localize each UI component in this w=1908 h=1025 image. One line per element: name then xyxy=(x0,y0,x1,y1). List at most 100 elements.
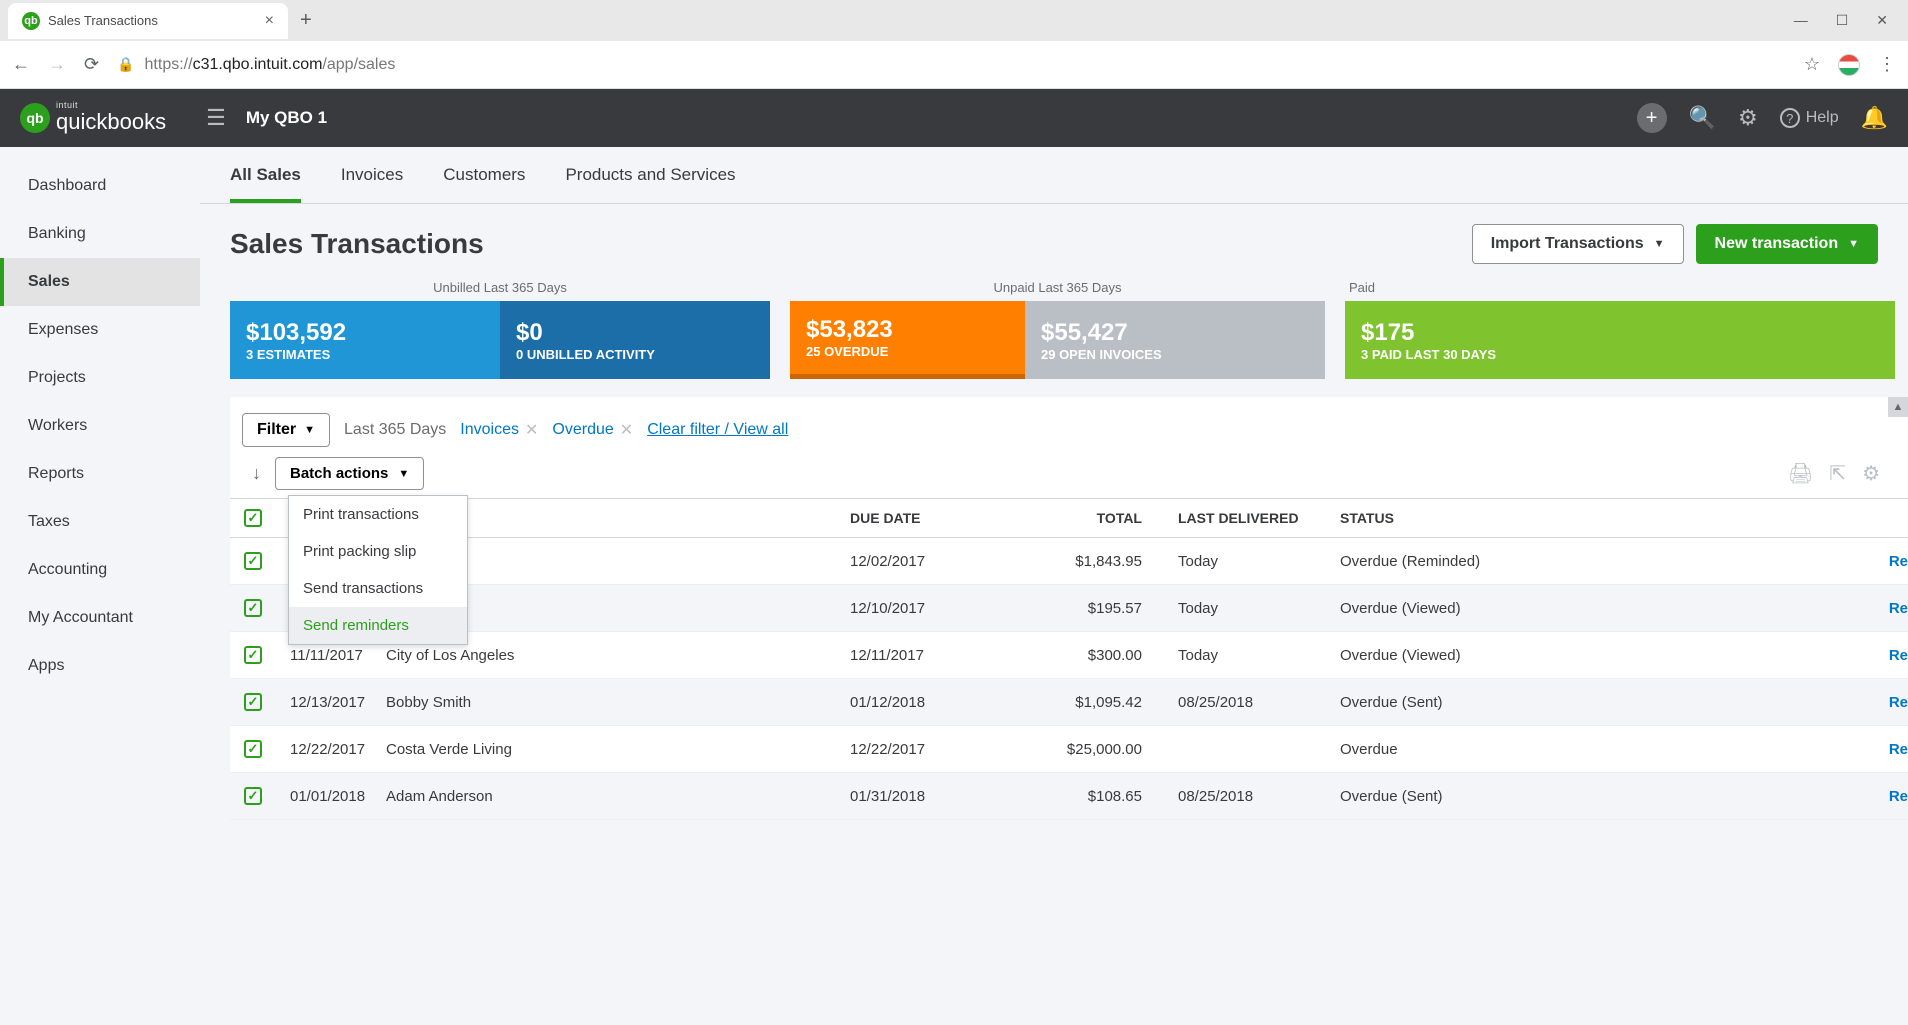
url-domain: c31.qbo.intuit.com xyxy=(193,56,323,73)
caret-down-icon: ▼ xyxy=(398,468,409,480)
extension-icon[interactable] xyxy=(1838,54,1860,76)
row-checkbox[interactable]: ✓ xyxy=(244,787,262,805)
row-checkbox[interactable]: ✓ xyxy=(244,646,262,664)
print-icon[interactable]: 🖨 xyxy=(1788,461,1813,486)
col-due-date[interactable]: DUE DATE xyxy=(836,499,1026,538)
table-row[interactable]: ✓01/01/2018Adam Anderson01/31/2018$108.6… xyxy=(230,773,1908,820)
filter-chip-overdue[interactable]: Overdue✕ xyxy=(552,420,633,440)
sidebar-item-dashboard[interactable]: Dashboard xyxy=(0,162,200,210)
bookmark-star-icon[interactable]: ☆ xyxy=(1804,54,1820,75)
row-action-link[interactable]: Re xyxy=(1889,694,1908,711)
sidebar-item-my-accountant[interactable]: My Accountant xyxy=(0,594,200,642)
browser-tab-bar: qb Sales Transactions × + — ☐ ✕ xyxy=(0,0,1908,41)
remove-chip-icon[interactable]: ✕ xyxy=(525,420,538,440)
row-action-link[interactable]: Re xyxy=(1889,647,1908,664)
sidebar-item-workers[interactable]: Workers xyxy=(0,402,200,450)
table-settings-gear-icon[interactable]: ⚙ xyxy=(1862,461,1880,486)
scroll-up-icon[interactable]: ▲ xyxy=(1888,397,1908,417)
logo-mark-icon: qb xyxy=(20,103,50,133)
cell-date: 12/22/2017 xyxy=(276,726,386,773)
sidebar-item-accounting[interactable]: Accounting xyxy=(0,546,200,594)
gear-icon[interactable]: ⚙ xyxy=(1738,105,1758,131)
table-row[interactable]: ✓12/22/2017Costa Verde Living12/22/2017$… xyxy=(230,726,1908,773)
row-checkbox[interactable]: ✓ xyxy=(244,599,262,617)
forward-icon[interactable]: → xyxy=(48,54,66,75)
summary-label-unbilled: Unbilled Last 365 Days xyxy=(230,280,770,295)
tab-close-icon[interactable]: × xyxy=(265,12,274,30)
sort-arrow-icon[interactable]: ↓ xyxy=(252,463,261,484)
row-checkbox[interactable]: ✓ xyxy=(244,693,262,711)
search-icon[interactable]: 🔍 xyxy=(1689,105,1716,131)
row-action-link[interactable]: Re xyxy=(1889,553,1908,570)
table-row[interactable]: ✓ohnson12/02/2017$1,843.95TodayOverdue (… xyxy=(230,538,1908,585)
tile-paid[interactable]: $175 3 PAID LAST 30 DAYS xyxy=(1345,301,1895,379)
filter-button[interactable]: Filter▼ xyxy=(242,413,330,447)
tab-invoices[interactable]: Invoices xyxy=(341,165,403,203)
col-total[interactable]: TOTAL xyxy=(1026,499,1156,538)
tab-all-sales[interactable]: All Sales xyxy=(230,165,301,203)
batch-item-print-packing-slip[interactable]: Print packing slip xyxy=(289,533,467,570)
tile-open-invoices[interactable]: $55,427 29 OPEN INVOICES xyxy=(1025,301,1325,379)
sidebar: DashboardBankingSalesExpensesProjectsWor… xyxy=(0,147,200,1025)
browser-tab[interactable]: qb Sales Transactions × xyxy=(8,3,288,39)
sidebar-item-expenses[interactable]: Expenses xyxy=(0,306,200,354)
new-transaction-button[interactable]: New transaction▼ xyxy=(1696,224,1878,264)
caret-down-icon: ▼ xyxy=(1848,238,1859,250)
cell-last-delivered: Today xyxy=(1156,538,1326,585)
sidebar-item-taxes[interactable]: Taxes xyxy=(0,498,200,546)
row-checkbox[interactable]: ✓ xyxy=(244,740,262,758)
tile-overdue[interactable]: $53,823 25 OVERDUE xyxy=(790,301,1025,379)
tab-products-and-services[interactable]: Products and Services xyxy=(565,165,735,203)
batch-item-print-transactions[interactable]: Print transactions xyxy=(289,496,467,533)
sidebar-item-banking[interactable]: Banking xyxy=(0,210,200,258)
cell-status: Overdue (Viewed) xyxy=(1326,585,1536,632)
select-all-checkbox[interactable]: ✓ xyxy=(244,509,262,527)
row-checkbox[interactable]: ✓ xyxy=(244,552,262,570)
transactions-table-card: ▲ Filter▼ Last 365 Days Invoices✕ Overdu… xyxy=(230,397,1908,820)
browser-menu-icon[interactable]: ⋮ xyxy=(1878,54,1896,75)
row-action-link[interactable]: Re xyxy=(1889,741,1908,758)
menu-hamburger-icon[interactable]: ☰ xyxy=(206,105,226,131)
minimize-icon[interactable]: — xyxy=(1794,12,1808,29)
sidebar-item-sales[interactable]: Sales xyxy=(0,258,200,306)
row-action-link[interactable]: Re xyxy=(1889,788,1908,805)
table-row[interactable]: ✓12/13/2017Bobby Smith01/12/2018$1,095.4… xyxy=(230,679,1908,726)
help-button[interactable]: ?Help xyxy=(1780,108,1839,128)
logo-quickbooks: quickbooks xyxy=(56,109,166,134)
export-icon[interactable]: ⇱ xyxy=(1829,461,1846,486)
cell-last-delivered: Today xyxy=(1156,585,1326,632)
transactions-table: ✓ OMER DUE DATE TOTAL LAST DELIVERED STA… xyxy=(230,498,1908,820)
company-name[interactable]: My QBO 1 xyxy=(246,108,327,128)
sidebar-item-reports[interactable]: Reports xyxy=(0,450,200,498)
sidebar-item-projects[interactable]: Projects xyxy=(0,354,200,402)
batch-actions-button[interactable]: Batch actions▼ xyxy=(275,457,424,490)
maximize-icon[interactable]: ☐ xyxy=(1836,12,1849,29)
row-action-link[interactable]: Re xyxy=(1889,600,1908,617)
back-icon[interactable]: ← xyxy=(12,54,30,75)
table-row[interactable]: ✓11/11/2017City of Los Angeles12/11/2017… xyxy=(230,632,1908,679)
create-plus-icon[interactable]: + xyxy=(1637,103,1667,133)
batch-item-send-reminders[interactable]: Send reminders xyxy=(289,607,467,644)
tab-customers[interactable]: Customers xyxy=(443,165,525,203)
clear-filter-link[interactable]: Clear filter / View all xyxy=(647,421,788,439)
col-status[interactable]: STATUS xyxy=(1326,499,1536,538)
table-row[interactable]: ✓ohnson12/10/2017$195.57TodayOverdue (Vi… xyxy=(230,585,1908,632)
cell-total: $25,000.00 xyxy=(1026,726,1156,773)
import-transactions-button[interactable]: Import Transactions▼ xyxy=(1472,224,1684,264)
reload-icon[interactable]: ⟳ xyxy=(84,54,99,75)
bell-icon[interactable]: 🔔 xyxy=(1861,105,1888,131)
sidebar-item-apps[interactable]: Apps xyxy=(0,642,200,690)
batch-item-send-transactions[interactable]: Send transactions xyxy=(289,570,467,607)
close-window-icon[interactable]: ✕ xyxy=(1876,12,1888,29)
remove-chip-icon[interactable]: ✕ xyxy=(620,420,633,440)
cell-due-date: 01/12/2018 xyxy=(836,679,1026,726)
batch-actions-dropdown: Print transactionsPrint packing slipSend… xyxy=(288,495,468,645)
cell-date: 01/01/2018 xyxy=(276,773,386,820)
quickbooks-logo[interactable]: qb intuitquickbooks xyxy=(20,102,166,135)
tile-estimates[interactable]: $103,592 3 ESTIMATES xyxy=(230,301,500,379)
col-last-delivered[interactable]: LAST DELIVERED xyxy=(1156,499,1326,538)
new-tab-button[interactable]: + xyxy=(300,9,312,32)
tile-unbilled[interactable]: $0 0 UNBILLED ACTIVITY xyxy=(500,301,770,379)
filter-chip-invoices[interactable]: Invoices✕ xyxy=(460,420,538,440)
url-display[interactable]: 🔒 https://c31.qbo.intuit.com/app/sales xyxy=(117,56,1786,74)
